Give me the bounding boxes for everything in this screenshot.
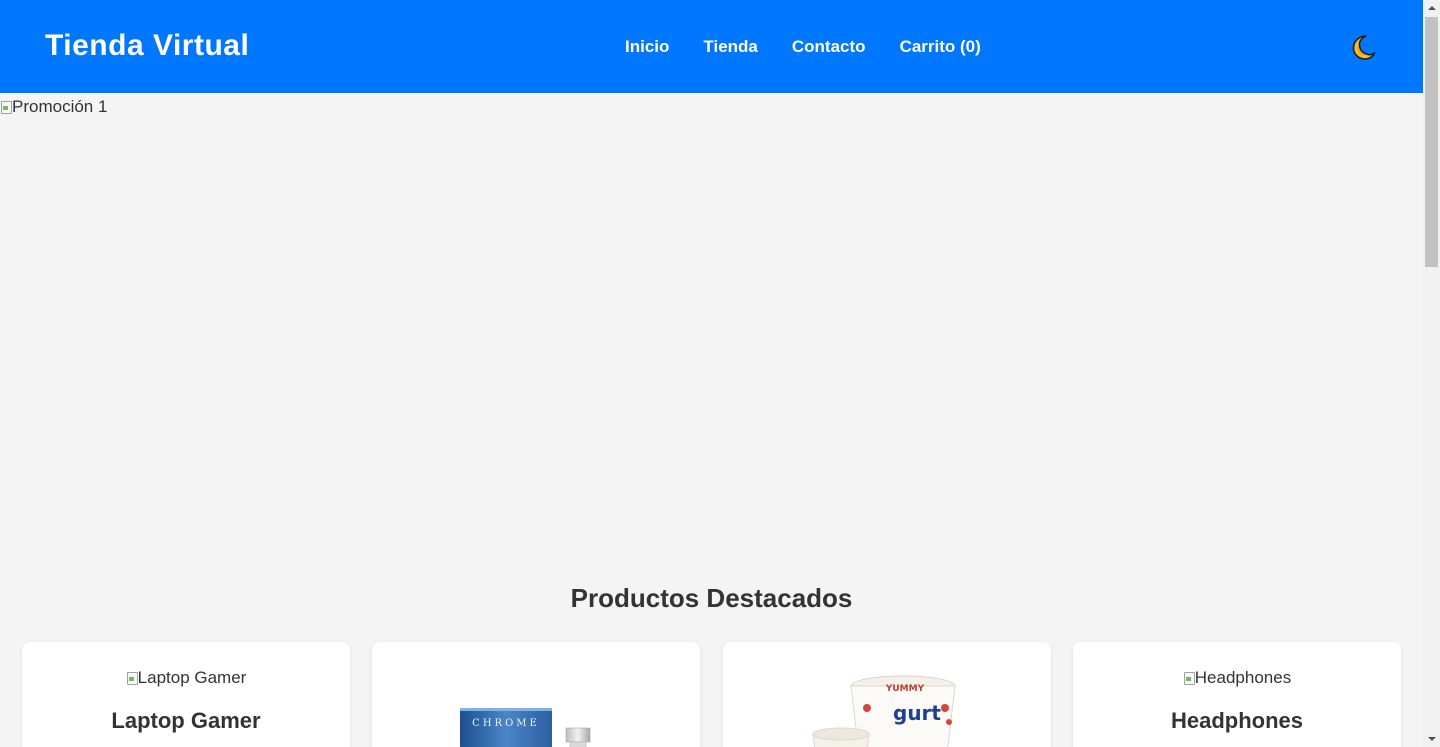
product-image: Headphones xyxy=(1073,668,1401,688)
product-card[interactable]: Headphones Headphones xyxy=(1073,642,1401,747)
moon-icon xyxy=(1352,35,1376,60)
broken-image-icon xyxy=(0,100,12,114)
product-image-alt: Laptop Gamer xyxy=(137,668,247,687)
nav-link-carrito[interactable]: Carrito (0) xyxy=(900,37,981,57)
product-grid: Laptop Gamer Laptop Gamer CHROME YUMMY g… xyxy=(22,642,1402,747)
featured-title: Productos Destacados xyxy=(570,583,853,613)
main-nav: Inicio Tienda Contacto Carrito (0) xyxy=(625,37,981,57)
product-image: Laptop Gamer xyxy=(22,668,350,688)
nav-link-inicio[interactable]: Inicio xyxy=(625,37,669,57)
nav-link-tienda[interactable]: Tienda xyxy=(703,37,757,57)
product-image-yogurt: YUMMY gurt xyxy=(805,664,969,747)
scroll-down-arrow-icon[interactable] xyxy=(1423,730,1440,747)
nav-link-contacto[interactable]: Contacto xyxy=(792,37,866,57)
site-header: Tienda Virtual Inicio Tienda Contacto Ca… xyxy=(0,0,1423,93)
product-name: Headphones xyxy=(1170,708,1304,733)
yogurt-product-text: gurt xyxy=(893,701,941,725)
scroll-up-arrow-icon[interactable] xyxy=(1423,0,1440,17)
promo-image-alt: Promoción 1 xyxy=(12,97,108,116)
product-card[interactable]: CHROME xyxy=(372,642,700,747)
promo-banner[interactable]: Promoción 1 xyxy=(0,93,1423,558)
vertical-scrollbar[interactable] xyxy=(1423,0,1440,747)
product-card[interactable]: YUMMY gurt xyxy=(723,642,1051,747)
yogurt-brand-text: YUMMY xyxy=(885,684,925,694)
product-image-perfume: CHROME xyxy=(460,708,591,747)
perfume-box-text: CHROME xyxy=(472,718,540,729)
brand-logo[interactable]: Tienda Virtual xyxy=(45,29,249,63)
promo-image: Promoción 1 xyxy=(0,97,107,117)
broken-image-icon xyxy=(1183,671,1195,685)
product-image-alt: Headphones xyxy=(1194,668,1292,687)
theme-toggle-button[interactable] xyxy=(1349,33,1377,61)
scroll-thumb[interactable] xyxy=(1425,17,1438,267)
broken-image-icon xyxy=(126,671,138,685)
page: Tienda Virtual Inicio Tienda Contacto Ca… xyxy=(0,0,1423,747)
product-name: Laptop Gamer xyxy=(111,708,261,733)
product-card[interactable]: Laptop Gamer Laptop Gamer xyxy=(22,642,350,747)
